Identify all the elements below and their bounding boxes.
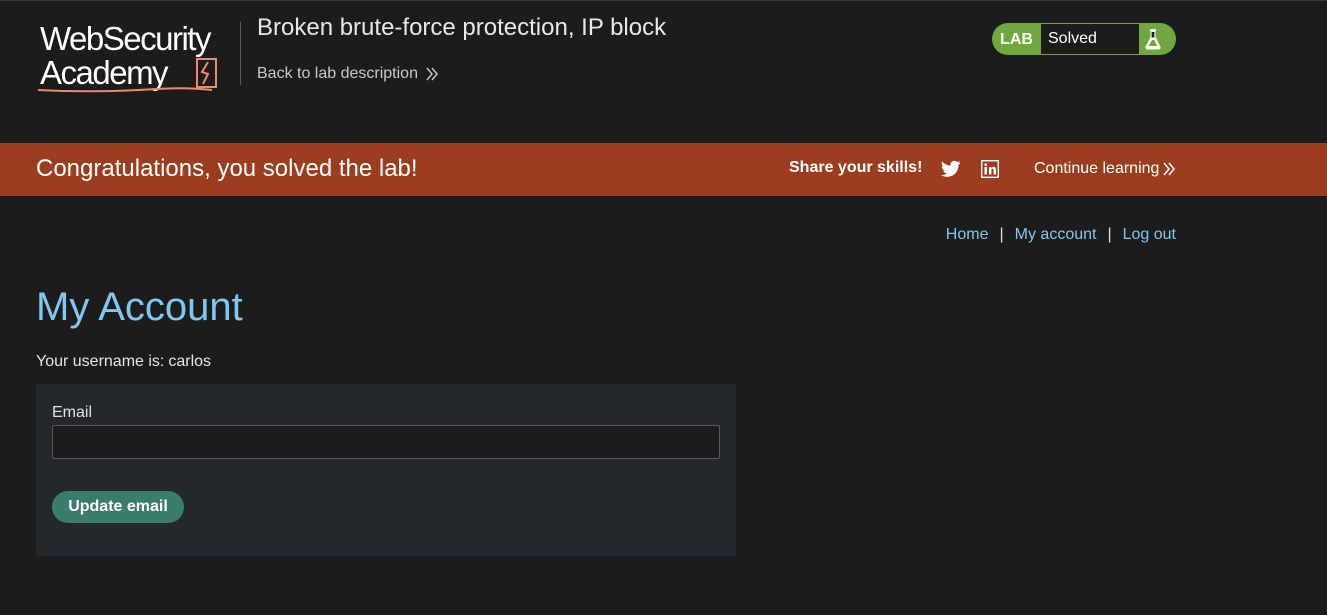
double-chevron-right-icon <box>426 67 438 81</box>
username-label: Your username is: <box>36 353 165 370</box>
lab-title: Broken brute-force protection, IP block <box>257 14 667 41</box>
solved-banner: Congratulations, you solved the lab! Sha… <box>0 143 1327 196</box>
lab-status-value: Solved <box>1041 24 1139 54</box>
page-title: My Account <box>36 285 243 329</box>
email-label: Email <box>52 404 93 421</box>
web-security-academy-logo[interactable]: WebSecurity Academy <box>36 20 240 96</box>
double-chevron-right-icon <box>1163 162 1176 176</box>
back-link-label: Back to lab description <box>257 65 418 82</box>
header-divider <box>240 22 241 85</box>
flask-icon <box>1139 23 1176 55</box>
share-skills-label: Share your skills! <box>789 159 923 176</box>
continue-learning-label: Continue learning <box>1034 160 1160 177</box>
nav-logout-link[interactable]: Log out <box>1123 226 1176 244</box>
solved-message: Congratulations, you solved the lab! <box>36 155 418 182</box>
username-value: carlos <box>168 353 212 370</box>
linkedin-icon[interactable] <box>980 159 1000 183</box>
nav-separator: | <box>999 226 1004 243</box>
change-email-form: Email Update email <box>36 384 736 556</box>
account-nav: Home | My account | Log out <box>946 226 1176 244</box>
back-to-lab-description-link[interactable]: Back to lab description <box>257 65 438 83</box>
username-line: Your username is: carlos <box>36 353 211 371</box>
nav-separator: | <box>1107 226 1112 243</box>
lab-status-label: LAB <box>1000 31 1033 48</box>
continue-learning-link[interactable]: Continue learning <box>1034 160 1176 178</box>
svg-text:WebSecurity: WebSecurity <box>40 20 212 57</box>
lab-status-widget: LAB Solved <box>992 23 1176 55</box>
twitter-icon[interactable] <box>940 160 961 183</box>
email-input[interactable] <box>52 425 720 459</box>
nav-home-link[interactable]: Home <box>946 226 989 244</box>
nav-my-account-link[interactable]: My account <box>1015 226 1097 244</box>
update-email-button[interactable]: Update email <box>52 491 184 523</box>
page-header: WebSecurity Academy Broken brute-force p… <box>0 0 1327 143</box>
svg-text:Academy: Academy <box>40 54 169 91</box>
